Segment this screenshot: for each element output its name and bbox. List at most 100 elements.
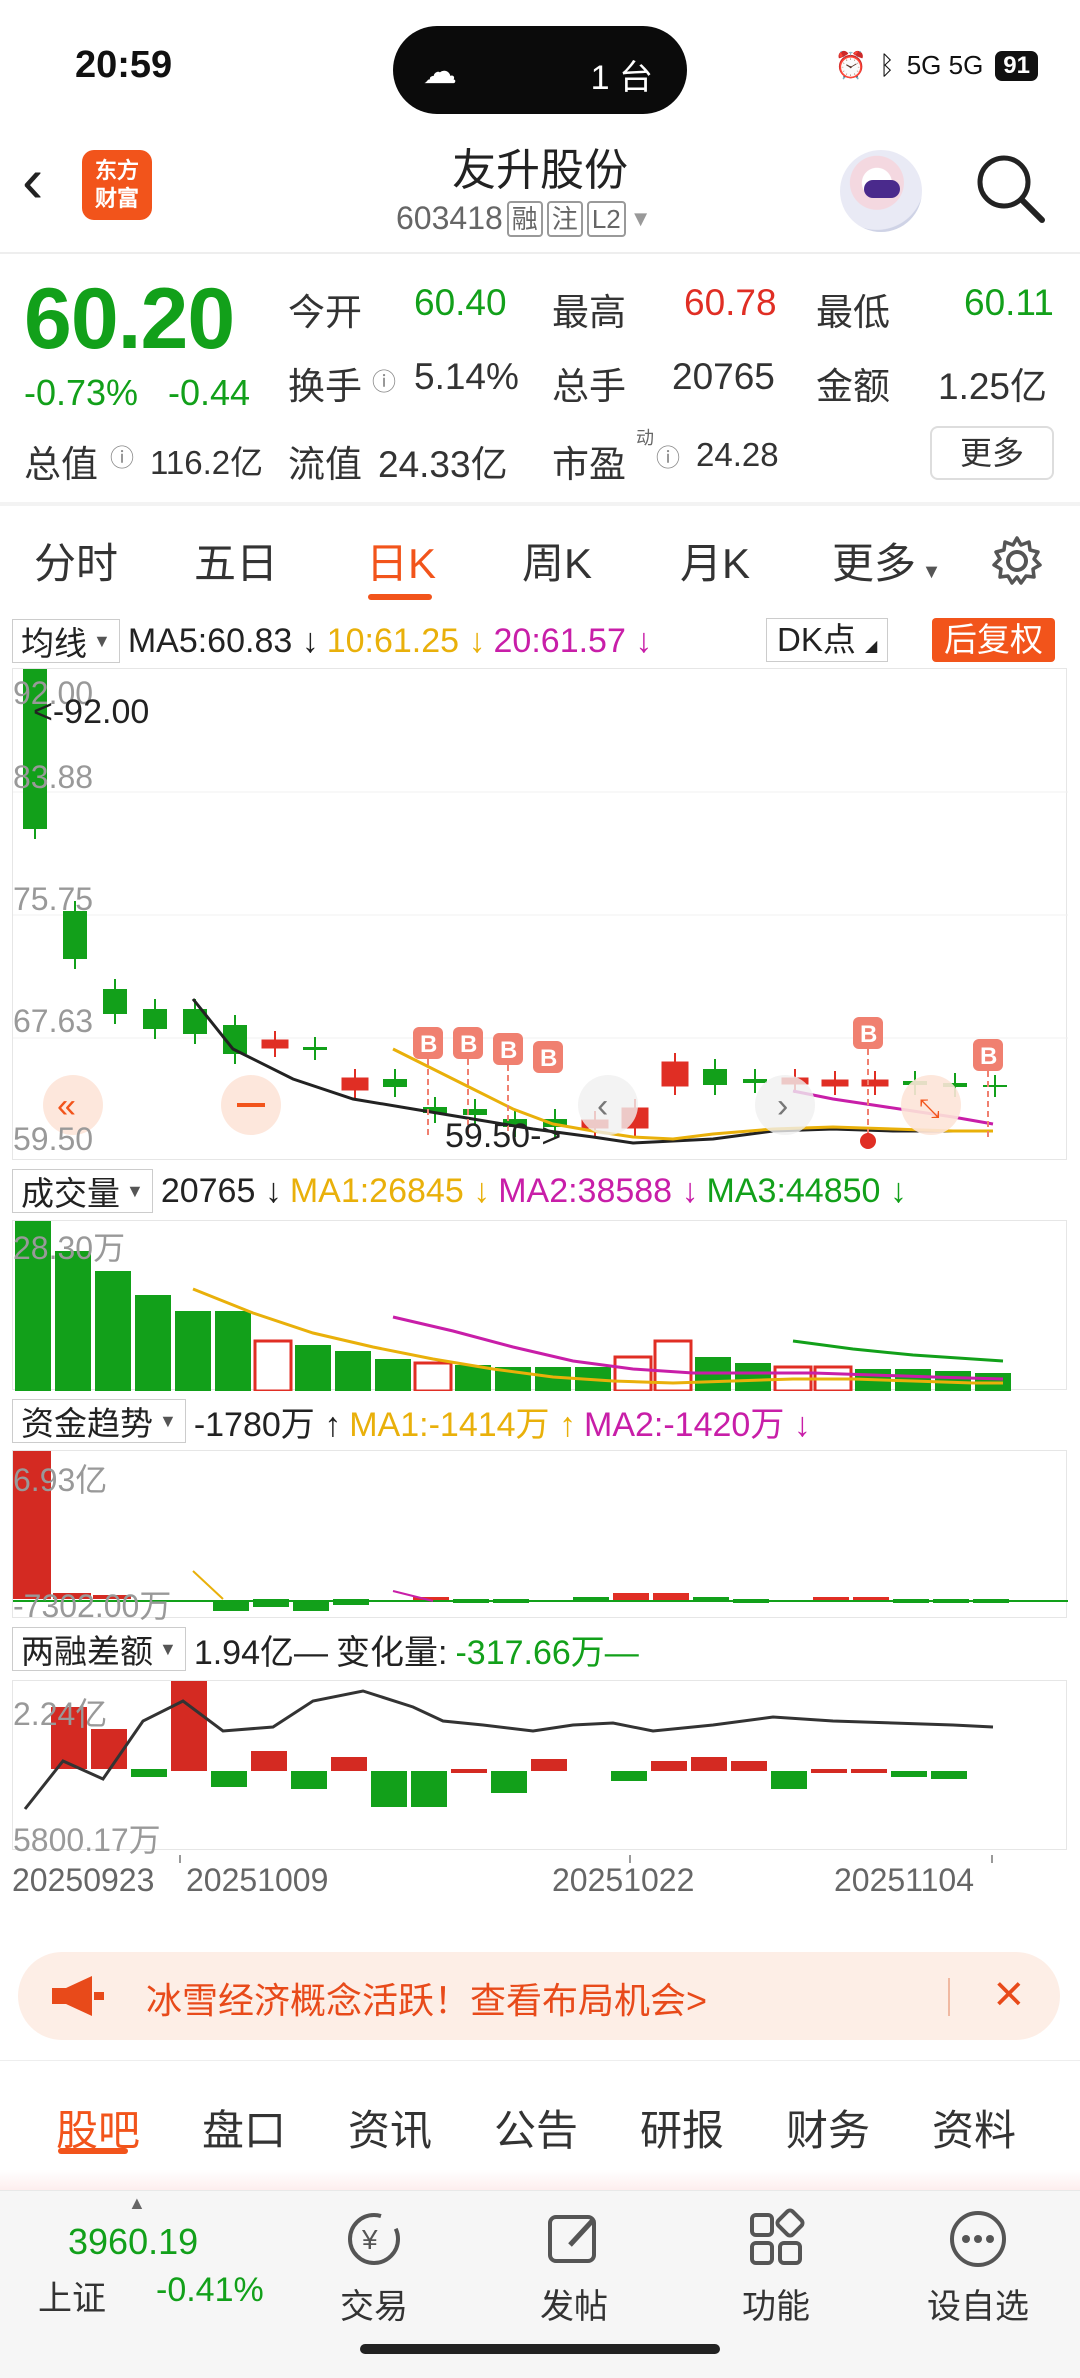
turnover-value: 5.14% bbox=[414, 356, 519, 397]
volume-label: 总手 bbox=[552, 366, 626, 407]
tab-orderbook[interactable]: 盘口 bbox=[202, 2097, 286, 2158]
margin-change-label: 变化量: bbox=[336, 1633, 448, 1672]
volume-bar bbox=[295, 1345, 331, 1391]
high-price-marker: <-92.00 bbox=[33, 693, 150, 731]
buy-marker[interactable]: B bbox=[413, 1027, 443, 1139]
fund-chart[interactable]: 6.93亿 -7302.00万 bbox=[12, 1450, 1068, 1624]
buy-marker[interactable]: B bbox=[853, 1017, 883, 1134]
index-value[interactable]: 3960.19 bbox=[68, 2221, 198, 2263]
adjustment-button[interactable]: 后复权 bbox=[932, 618, 1055, 662]
stock-code: 603418 bbox=[396, 200, 503, 236]
assistant-avatar[interactable] bbox=[840, 150, 922, 232]
stock-code-row[interactable]: 603418 融 注 L2 ▼ bbox=[396, 200, 652, 237]
tab-research[interactable]: 研报 bbox=[640, 2097, 724, 2158]
mcap-value: 116.2亿 bbox=[150, 444, 264, 481]
volume-bar bbox=[335, 1351, 371, 1391]
tab-more[interactable]: 更多 ▼ bbox=[832, 530, 941, 591]
margin-bar bbox=[811, 1769, 847, 1773]
cloud-icon: ☁ bbox=[423, 53, 457, 91]
more-quote-button[interactable]: 更多 bbox=[930, 426, 1054, 480]
svg-text:¥: ¥ bbox=[361, 2224, 378, 2255]
tag-margin: 融 bbox=[506, 200, 543, 237]
margin-change-value: -317.66万— bbox=[455, 1633, 639, 1672]
margin-bar bbox=[771, 1771, 807, 1789]
content-tabs: 股吧 盘口 资讯 公告 研报 财务 资料 bbox=[0, 2060, 1080, 2170]
active-tab-indicator bbox=[368, 594, 432, 600]
svg-text:B: B bbox=[500, 1037, 517, 1064]
volume-selector[interactable]: 成交量 ▼ bbox=[12, 1169, 153, 1213]
volume-chart[interactable]: 28.30万 bbox=[12, 1220, 1067, 1393]
volume-bar bbox=[253, 1339, 293, 1393]
margin-bar bbox=[531, 1759, 567, 1771]
search-icon[interactable] bbox=[972, 150, 1048, 226]
index-change[interactable]: -0.41% bbox=[156, 2271, 264, 2310]
y-axis-label: 59.50 bbox=[13, 1121, 94, 1157]
margin-bar bbox=[731, 1761, 767, 1771]
volume-y-label: 28.30万 bbox=[13, 1230, 126, 1266]
tab-announcements[interactable]: 公告 bbox=[494, 2097, 578, 2158]
margin-bar bbox=[651, 1761, 687, 1771]
gear-icon[interactable] bbox=[990, 534, 1044, 588]
candle bbox=[143, 1009, 167, 1029]
y-axis-label: 67.63 bbox=[13, 1003, 94, 1039]
alarm-icon: ⏰ bbox=[834, 50, 868, 80]
tab-weekly-k[interactable]: 周K bbox=[522, 530, 592, 591]
tab-news[interactable]: 资讯 bbox=[348, 2097, 432, 2158]
buy-marker[interactable]: B bbox=[973, 1039, 1003, 1139]
x-axis-ticks bbox=[12, 1850, 1067, 1863]
fund-selector[interactable]: 资金趋势 ▼ bbox=[12, 1399, 186, 1443]
edit-icon bbox=[548, 2215, 596, 2263]
kline-chart[interactable]: B B B B B B « ‹ › ⤡ 92.00 83.88 75.75 67… bbox=[12, 659, 1068, 1160]
margin-y-top: 2.24亿 bbox=[13, 1696, 108, 1732]
nav-trade[interactable]: ¥ 交易 bbox=[304, 2207, 444, 2328]
pe-value: 24.28 bbox=[696, 436, 779, 473]
trade-icon: ¥ bbox=[348, 2213, 400, 2265]
double-chevron-left-icon: « bbox=[57, 1087, 76, 1125]
tab-daily-k[interactable]: 日K bbox=[366, 530, 436, 591]
dynamic-island[interactable]: ☁ 1 台 bbox=[393, 26, 687, 114]
buy-marker[interactable]: B bbox=[533, 1041, 563, 1073]
chevron-right-icon: › bbox=[777, 1087, 788, 1125]
island-text: 1 台 bbox=[590, 59, 653, 97]
candle bbox=[861, 1079, 889, 1087]
ma5-value: MA5:60.83 ↓ bbox=[127, 621, 319, 660]
header-divider bbox=[0, 252, 1080, 254]
home-indicator bbox=[360, 2344, 720, 2354]
margin-bar bbox=[371, 1771, 407, 1807]
tab-monthly-k[interactable]: 月K bbox=[680, 530, 750, 591]
candle bbox=[821, 1079, 849, 1087]
index-name[interactable]: 上证 bbox=[38, 2271, 106, 2320]
nav-add-watchlist[interactable]: 设自选 bbox=[908, 2207, 1048, 2328]
ma-selector[interactable]: 均线 ▼ bbox=[12, 619, 120, 663]
ma20-value: 20:61.57 ↓ bbox=[493, 621, 653, 660]
open-value: 60.40 bbox=[414, 282, 507, 323]
nav-functions[interactable]: 功能 bbox=[706, 2207, 846, 2328]
info-icon[interactable]: ⓘ bbox=[656, 438, 680, 473]
change-percent: -0.73% bbox=[24, 372, 139, 413]
info-icon[interactable]: ⓘ bbox=[372, 362, 396, 397]
dk-point-dropdown[interactable]: DK点 ◢ bbox=[766, 618, 889, 662]
y-axis-label: 83.88 bbox=[13, 759, 94, 795]
info-icon[interactable]: ⓘ bbox=[110, 438, 134, 473]
svg-text:B: B bbox=[460, 1031, 477, 1058]
tab-profile[interactable]: 资料 bbox=[932, 2097, 1016, 2158]
close-icon[interactable]: × bbox=[994, 1966, 1024, 2022]
fund-y-bottom: -7302.00万 bbox=[13, 1588, 172, 1624]
system-icons: ⏰ ᛒ 5G 5G 91 bbox=[835, 50, 1038, 81]
tab-intraday[interactable]: 分时 bbox=[34, 530, 118, 591]
tab-five-day[interactable]: 五日 bbox=[194, 530, 278, 591]
fund-value: -1780万 ↑ bbox=[193, 1405, 342, 1444]
promo-banner[interactable]: 冰雪经济概念活跃！查看布局机会> × bbox=[18, 1952, 1060, 2040]
margin-selector[interactable]: 两融差额 ▼ bbox=[12, 1627, 186, 1671]
tag-registered: 注 bbox=[546, 200, 583, 237]
chevron-down-icon: ▼ bbox=[629, 205, 652, 231]
more-dots-icon bbox=[950, 2211, 1006, 2267]
ma10-value: 10:61.25 ↓ bbox=[326, 621, 486, 660]
nav-post[interactable]: 发帖 bbox=[504, 2207, 644, 2328]
open-label: 今开 bbox=[288, 292, 362, 333]
candle bbox=[341, 1077, 369, 1091]
margin-chart[interactable]: 2.24亿 5800.17万 bbox=[12, 1680, 1067, 1858]
volume-bar bbox=[413, 1361, 453, 1393]
signal-icon: 5G 5G bbox=[906, 50, 984, 80]
tab-financials[interactable]: 财务 bbox=[786, 2097, 870, 2158]
